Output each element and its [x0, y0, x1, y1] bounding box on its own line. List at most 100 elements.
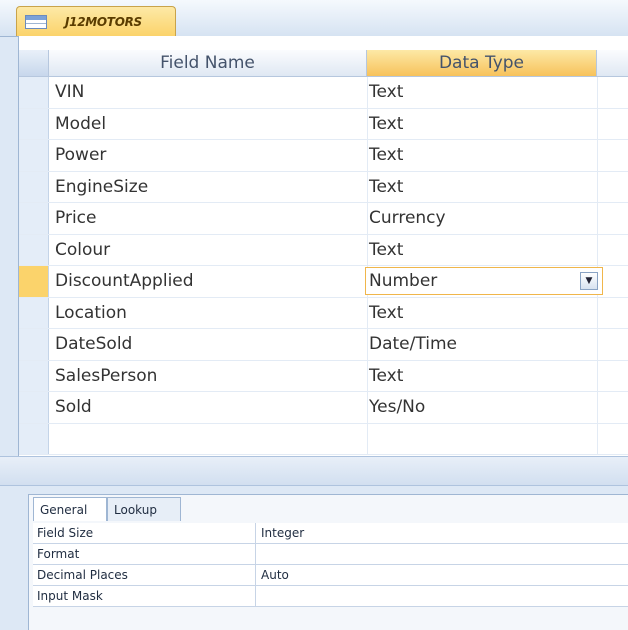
column-divider	[597, 423, 598, 454]
table-row[interactable]: SalesPerson Text	[19, 360, 628, 392]
document-tab-strip: J12MOTORS	[0, 0, 628, 37]
properties-tabs: General Lookup	[29, 495, 628, 521]
column-divider	[597, 360, 598, 391]
column-divider	[367, 329, 368, 360]
column-header-data-type[interactable]: Data Type	[367, 50, 597, 76]
data-type-cell[interactable]: Text	[369, 298, 403, 328]
table-row[interactable]	[19, 423, 628, 455]
grid-header: Field Name Data Type	[19, 50, 628, 77]
row-selector[interactable]	[19, 329, 49, 360]
column-header-field-name[interactable]: Field Name	[49, 50, 367, 76]
column-divider	[367, 392, 368, 423]
data-type-value: Number	[369, 271, 438, 291]
property-row[interactable]: Field Size Integer	[33, 523, 628, 544]
row-selector[interactable]	[19, 108, 49, 139]
field-name-cell[interactable]: Model	[55, 109, 106, 139]
table-row[interactable]: Power Text	[19, 140, 628, 172]
row-selector[interactable]	[19, 423, 49, 454]
field-name-cell[interactable]: VIN	[55, 77, 84, 107]
table-row[interactable]: VIN Text	[19, 77, 628, 109]
column-divider	[597, 203, 598, 234]
property-name: Input Mask	[37, 589, 103, 603]
table-row[interactable]: DateSold Date/Time	[19, 329, 628, 361]
column-divider	[597, 171, 598, 202]
column-divider	[597, 234, 598, 265]
table-row[interactable]: Price Currency	[19, 203, 628, 235]
document-tab[interactable]: J12MOTORS	[16, 6, 176, 36]
row-selector[interactable]	[19, 234, 49, 265]
table-row[interactable]: Colour Text	[19, 234, 628, 266]
pane-splitter[interactable]	[0, 456, 628, 486]
field-properties-pane: General Lookup Field Size Integer Format De…	[28, 494, 628, 630]
property-value[interactable]: Auto	[261, 565, 289, 585]
row-selector[interactable]	[19, 266, 49, 297]
column-divider	[597, 77, 598, 108]
row-selector[interactable]	[19, 77, 49, 108]
table-row[interactable]: EngineSize Text	[19, 171, 628, 203]
table-row[interactable]: Sold Yes/No	[19, 392, 628, 424]
data-type-select[interactable]: Number ▼	[365, 267, 603, 295]
table-icon	[25, 15, 47, 29]
field-name-cell[interactable]: EngineSize	[55, 172, 148, 202]
column-divider	[367, 234, 368, 265]
column-divider	[255, 565, 256, 585]
data-type-cell[interactable]: Yes/No	[369, 392, 425, 422]
table-row[interactable]: Model Text	[19, 108, 628, 140]
column-divider	[255, 523, 256, 543]
row-selector[interactable]	[19, 171, 49, 202]
property-value[interactable]: Integer	[261, 523, 304, 543]
field-rows: VIN Text Model Text Power Text EngineSize Text P…	[19, 77, 628, 455]
property-row[interactable]: Format	[33, 544, 628, 565]
property-name: Format	[37, 547, 80, 561]
data-type-cell[interactable]: Text	[369, 235, 403, 265]
property-name: Field Size	[37, 526, 94, 540]
column-divider	[255, 586, 256, 606]
row-selector[interactable]	[19, 140, 49, 171]
row-selector[interactable]	[19, 203, 49, 234]
data-type-cell[interactable]: Text	[369, 172, 403, 202]
property-row[interactable]: Input Mask	[33, 586, 628, 607]
data-type-cell[interactable]: Text	[369, 140, 403, 170]
field-name-cell[interactable]: Colour	[55, 235, 110, 265]
column-divider	[597, 108, 598, 139]
property-row[interactable]: Decimal Places Auto	[33, 565, 628, 586]
column-divider	[367, 108, 368, 139]
row-selector[interactable]	[19, 392, 49, 423]
row-selector[interactable]	[19, 297, 49, 328]
properties-table: Field Size Integer Format Decimal Places Aut…	[33, 523, 628, 607]
table-row[interactable]: DiscountApplied Number ▼	[19, 266, 628, 298]
column-divider	[367, 77, 368, 108]
chevron-down-icon[interactable]: ▼	[580, 272, 598, 290]
column-divider	[367, 171, 368, 202]
select-all-corner[interactable]	[19, 50, 49, 76]
column-divider	[367, 360, 368, 391]
document-tab-label: J12MOTORS	[65, 15, 142, 29]
column-divider	[255, 544, 256, 564]
column-divider	[597, 297, 598, 328]
column-divider	[367, 140, 368, 171]
field-name-cell[interactable]: DiscountApplied	[55, 266, 194, 296]
field-name-cell[interactable]: Location	[55, 298, 127, 328]
field-name-cell[interactable]: DateSold	[55, 329, 132, 359]
data-type-cell[interactable]: Text	[369, 77, 403, 107]
field-name-cell[interactable]: Power	[55, 140, 106, 170]
data-type-cell[interactable]: Text	[369, 109, 403, 139]
data-type-cell[interactable]: Date/Time	[369, 329, 457, 359]
column-divider	[367, 297, 368, 328]
tab-lookup[interactable]: Lookup	[107, 497, 181, 521]
field-name-cell[interactable]: Sold	[55, 392, 92, 422]
column-divider	[597, 140, 598, 171]
tab-general[interactable]: General	[33, 497, 107, 521]
data-type-cell[interactable]: Currency	[369, 203, 446, 233]
column-divider	[597, 329, 598, 360]
field-name-cell[interactable]: SalesPerson	[55, 361, 157, 391]
row-selector[interactable]	[19, 360, 49, 391]
table-design-grid: Field Name Data Type VIN Text Model Text Pow…	[18, 36, 628, 456]
property-name: Decimal Places	[37, 568, 128, 582]
data-type-cell[interactable]: Text	[369, 361, 403, 391]
column-divider	[367, 423, 368, 454]
table-row[interactable]: Location Text	[19, 297, 628, 329]
column-divider	[367, 203, 368, 234]
field-name-cell[interactable]: Price	[55, 203, 96, 233]
column-divider	[597, 392, 598, 423]
